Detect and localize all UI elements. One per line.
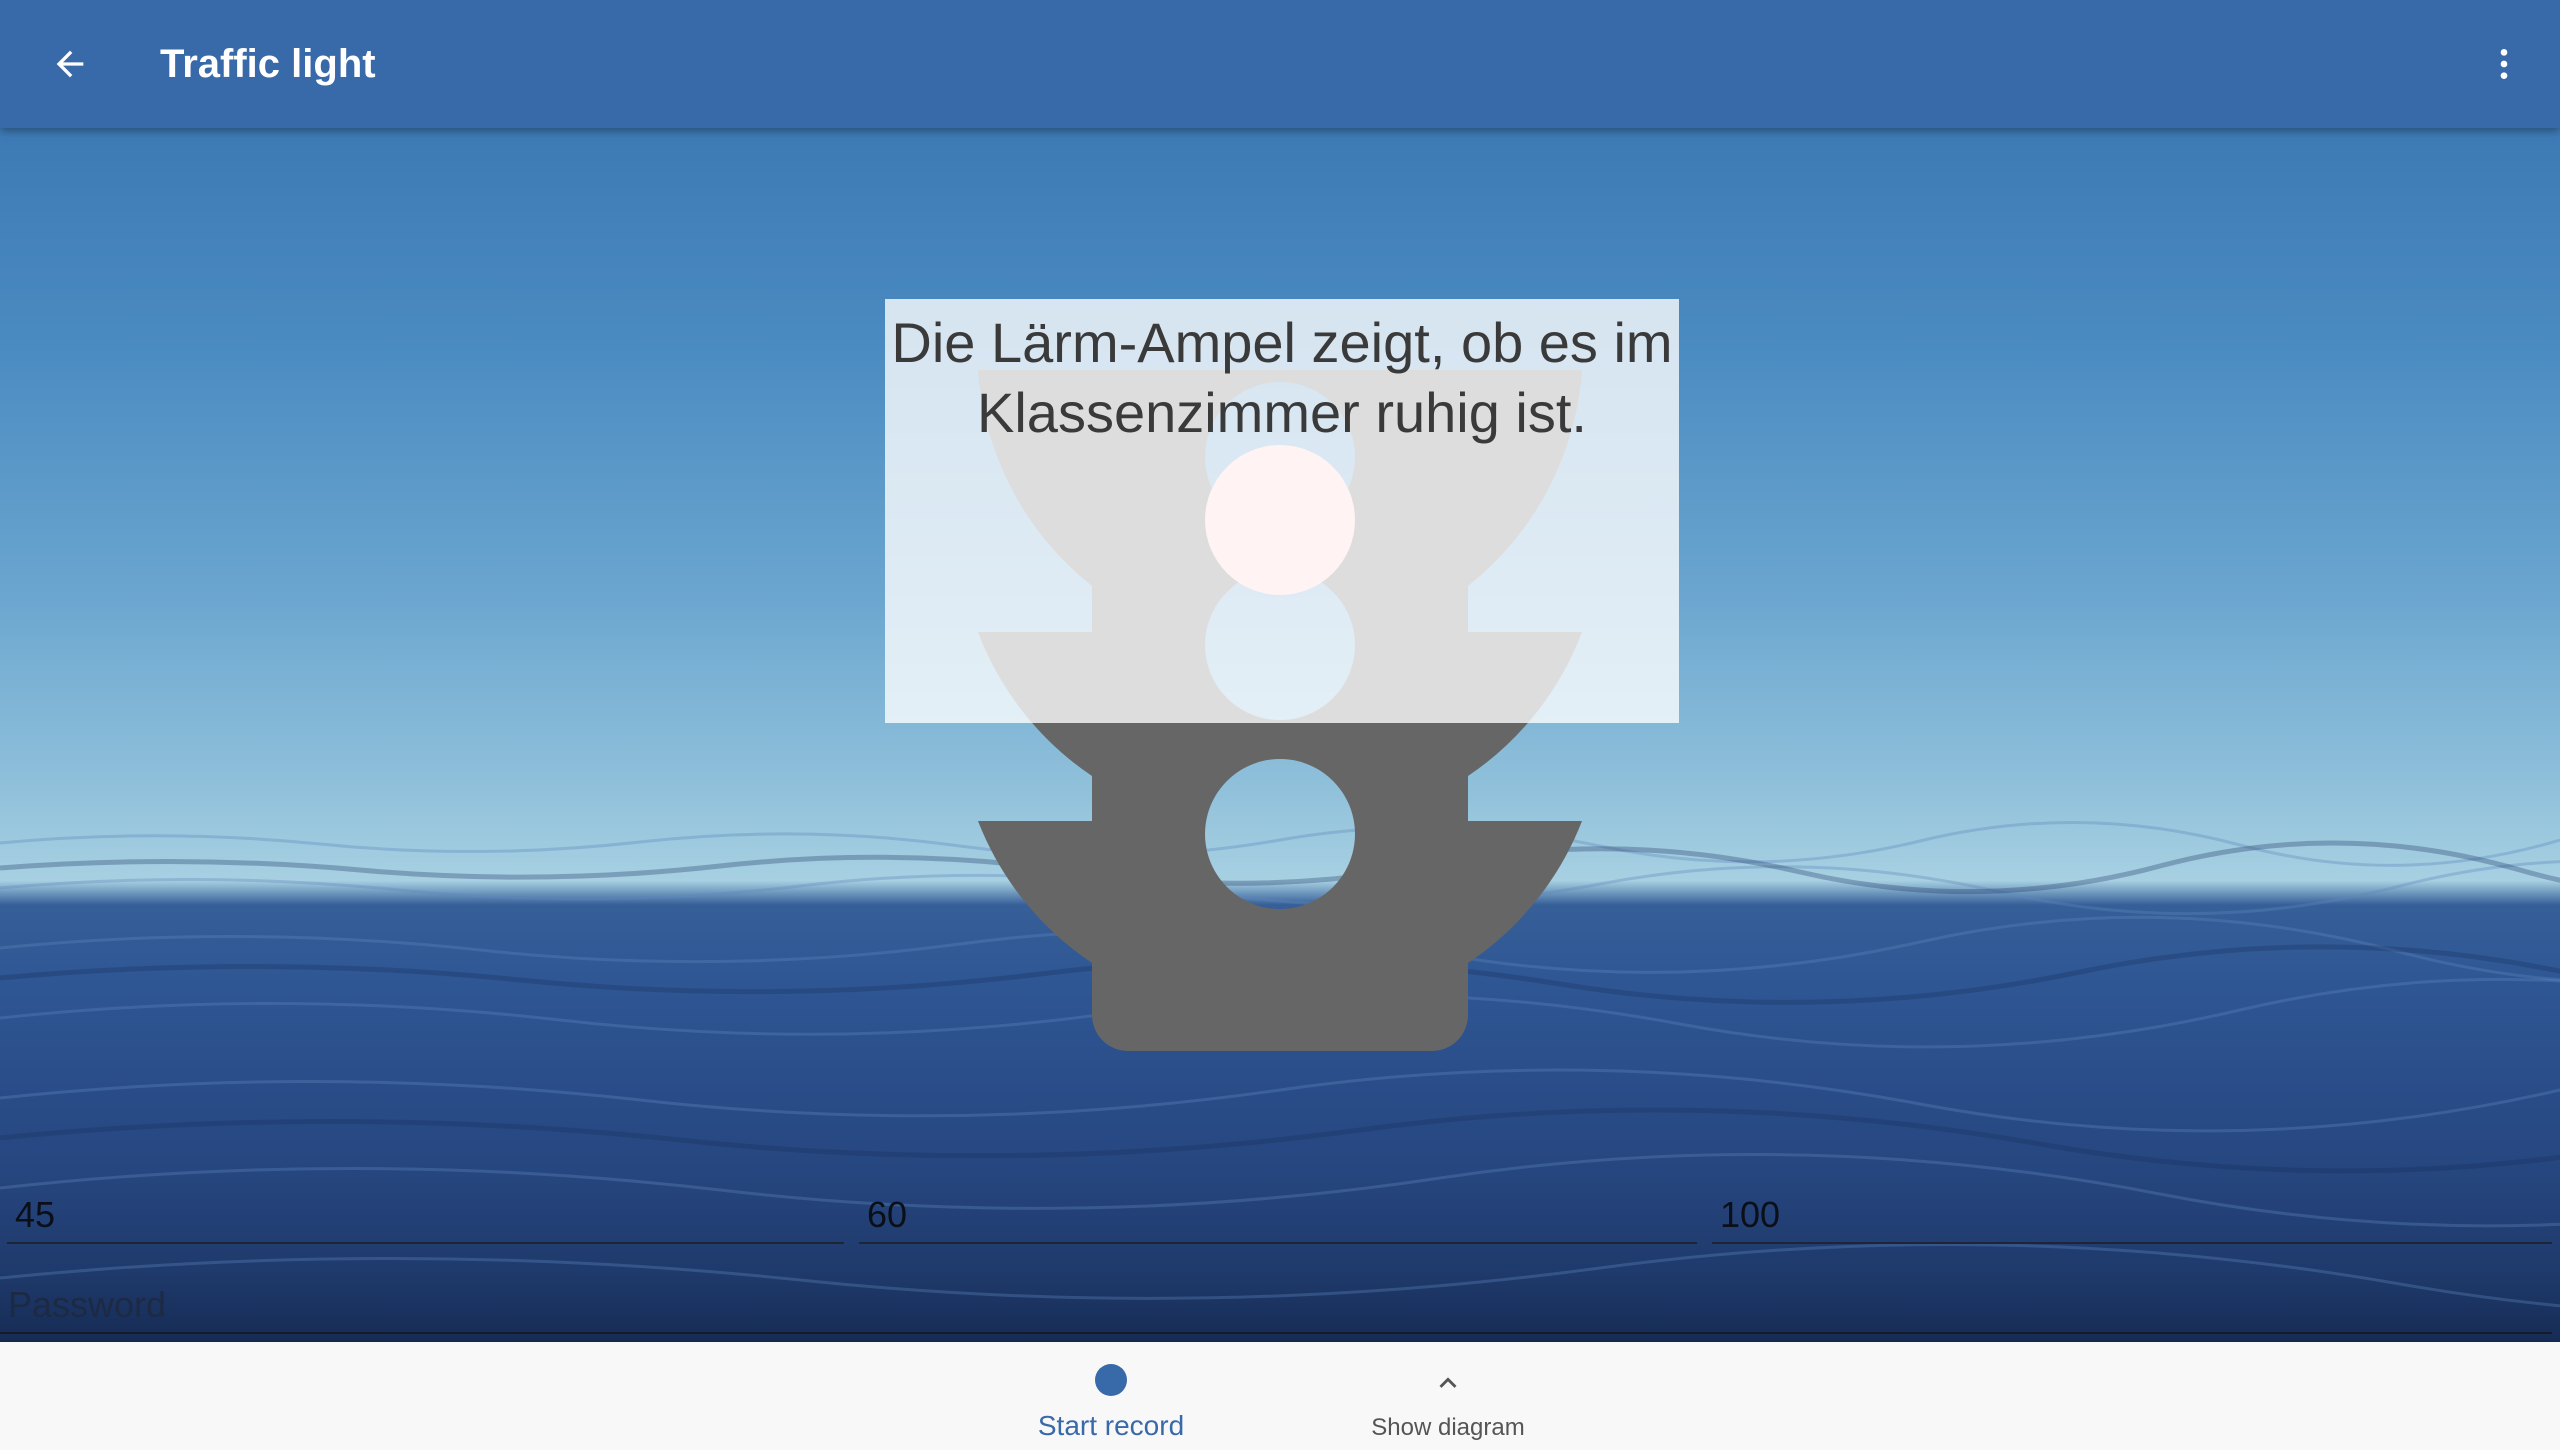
threshold-field-high	[1712, 1170, 2552, 1244]
back-button[interactable]	[34, 28, 106, 100]
overflow-menu-button[interactable]	[2468, 28, 2540, 100]
threshold-field-low	[7, 1170, 844, 1244]
page-title: Traffic light	[160, 42, 376, 86]
show-diagram-button[interactable]: Show diagram	[1318, 1342, 1578, 1450]
info-message: Die Lärm-Ampel zeigt, ob es im Klassenzi…	[891, 311, 1673, 444]
bottom-navigation: Start record Show diagram	[0, 1342, 2560, 1450]
threshold-input-mid[interactable]	[867, 1194, 1622, 1236]
app-bar: Traffic light	[0, 0, 2560, 128]
show-diagram-label: Show diagram	[1371, 1414, 1525, 1441]
password-field	[0, 1260, 2552, 1334]
arrow-back-icon	[56, 50, 84, 78]
threshold-field-mid	[859, 1170, 1697, 1244]
record-dot-icon	[1095, 1364, 1127, 1396]
main-content: Die Lärm-Ampel zeigt, ob es im Klassenzi…	[0, 128, 2560, 1342]
password-input[interactable]	[8, 1284, 2305, 1326]
start-record-button[interactable]: Start record	[981, 1342, 1241, 1450]
threshold-input-low[interactable]	[15, 1194, 769, 1236]
start-record-label: Start record	[1037, 1410, 1185, 1441]
chevron-up-icon	[1439, 1377, 1457, 1388]
threshold-input-high[interactable]	[1720, 1194, 2476, 1236]
more-vert-icon	[2500, 49, 2508, 79]
